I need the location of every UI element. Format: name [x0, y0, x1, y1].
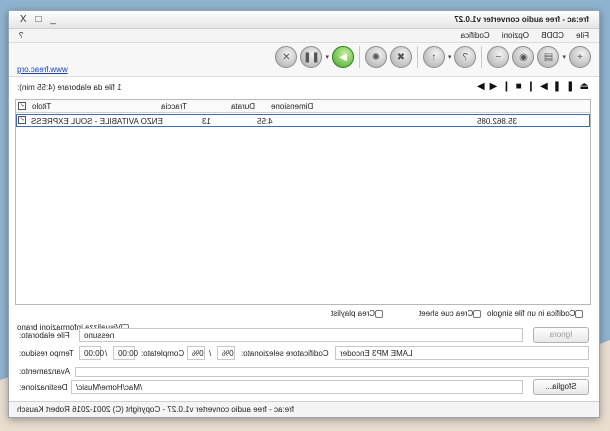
time-total-field: 00:00: [113, 346, 139, 360]
encoder-label: Codificatore selezionato:: [241, 349, 329, 358]
table-row[interactable]: ✓ ENZO AVITABILE - SOUL EXPRESS 13 4:55 …: [16, 114, 590, 127]
stop-icon[interactable]: ✕: [275, 46, 298, 68]
destination-label: Destinazione:: [19, 383, 68, 392]
stop-icon[interactable]: ■: [511, 81, 522, 92]
destination-value: /Mac/Home/Music/: [76, 383, 143, 392]
menu-bar: File CDDB Opzioni Codifica ?: [9, 29, 599, 43]
destination-input[interactable]: /Mac/Home/Music/: [71, 380, 523, 394]
title-bar: fre:ac - free audio converter v1.0.27 _ …: [9, 11, 599, 29]
create-cue-checkbox[interactable]: [473, 309, 482, 318]
completed-separator: /: [209, 349, 212, 358]
pause-icon[interactable]: ❚❚: [300, 46, 323, 68]
menu-cddb[interactable]: CDDB: [541, 31, 564, 40]
cddb-query-icon[interactable]: ?: [454, 46, 477, 68]
encoder-field: LAME MP3 Encoder: [335, 346, 589, 360]
create-cue-label: Crea cue sheet: [419, 309, 474, 318]
next-icon[interactable]: ▶❙: [522, 81, 548, 92]
toolbar: + ▾ ▤ ◉ − ? ▾ ↑ ✖ ✺ ▶ ▾ ❚❚ ✕ www.freac.o…: [9, 43, 599, 77]
status-bar: fre:ac - free audio converter v1.0.27 - …: [9, 401, 599, 417]
cell-size: 35.862.085: [477, 117, 518, 126]
tools-icon[interactable]: ✖: [389, 46, 412, 68]
cell-title: ENZO AVITABILE - SOUL EXPRESS: [31, 117, 163, 126]
completed-label: Completato:: [141, 349, 185, 358]
time-separator: /: [105, 349, 108, 358]
copyright-text: fre:ac - free audio converter v1.0.27 - …: [17, 405, 295, 414]
create-playlist-label: Crea playlist: [331, 309, 376, 318]
file-processed-value: nessuno: [84, 331, 115, 340]
chevron-down-icon[interactable]: ▾: [448, 53, 452, 61]
remove-icon[interactable]: −: [487, 46, 510, 68]
completed-total-value: 0%: [222, 349, 234, 358]
cell-duration: 4:55: [257, 117, 273, 126]
add-folder-icon[interactable]: ▤: [537, 46, 560, 68]
toolbar-divider: [358, 46, 360, 68]
time-remaining-field: 00:00: [79, 346, 105, 360]
column-duration[interactable]: Durata: [231, 102, 255, 111]
chevron-down-icon[interactable]: ▾: [562, 53, 566, 61]
ignore-button[interactable]: Ignora: [533, 327, 589, 343]
play-icon[interactable]: ▶: [472, 81, 485, 92]
window-title: fre:ac - free audio converter v1.0.27: [454, 15, 589, 24]
eject-icon[interactable]: ⏏: [575, 81, 589, 92]
menu-file[interactable]: File: [576, 31, 589, 40]
file-processed-field: nessuno: [79, 328, 523, 342]
progress-label: Avanzamento:: [19, 367, 70, 376]
player-controls: ⏏❚❚▶❙■❙◀▶: [472, 81, 589, 92]
single-file-checkbox[interactable]: [575, 309, 584, 318]
browse-button[interactable]: Sfoglia...: [533, 379, 589, 395]
app-window: fre:ac - free audio converter v1.0.27 _ …: [8, 10, 600, 418]
menu-opzioni[interactable]: Opzioni: [502, 31, 529, 40]
select-all-checkbox[interactable]: ✓: [18, 102, 26, 110]
toolbar-divider: [416, 46, 418, 68]
create-playlist-checkbox[interactable]: [375, 309, 384, 318]
file-count: 1 file da elaborare (4:55 min):: [17, 83, 122, 92]
progress-bar: [75, 367, 589, 377]
gear-icon[interactable]: ✺: [364, 46, 387, 68]
menu-codifica[interactable]: Codifica: [461, 31, 490, 40]
start-encode-icon[interactable]: ▶: [331, 46, 354, 68]
toolbar-icons: + ▾ ▤ ◉ − ? ▾ ↑ ✖ ✺ ▶ ▾ ❚❚ ✕: [275, 46, 591, 68]
menu-list: File CDDB Opzioni Codifica: [451, 31, 589, 40]
track-list: ✓ Titolo Traccia Durata Dimensione ✓ ENZ…: [15, 99, 591, 305]
completed-value: 0%: [192, 349, 204, 358]
player-controls-bar: ⏏❚❚▶❙■❙◀▶ 1 file da elaborare (4:55 min)…: [9, 77, 599, 99]
cddb-submit-icon[interactable]: ↑: [422, 46, 445, 68]
previous-icon[interactable]: ❙◀: [485, 81, 511, 92]
menu-help[interactable]: ?: [19, 31, 23, 40]
file-processed-row: File elaborato: nessuno Ignora: [9, 327, 599, 345]
track-list-header: ✓ Titolo Traccia Durata Dimensione: [16, 100, 590, 113]
column-title[interactable]: Titolo: [32, 102, 51, 111]
completed-field: 0%: [187, 346, 205, 360]
column-track[interactable]: Traccia: [161, 102, 187, 111]
completed-total-field: 0%: [217, 346, 235, 360]
disc-icon[interactable]: ◉: [512, 46, 535, 68]
window-controls[interactable]: _ □ X: [17, 14, 56, 25]
time-remaining-value: 00:00: [84, 349, 105, 358]
time-total-value: 00:00: [118, 349, 139, 358]
website-link[interactable]: www.freac.org: [17, 65, 68, 74]
pause-icon[interactable]: ❚❚: [548, 81, 575, 92]
create-playlist-option[interactable]: Crea playlist: [331, 309, 386, 318]
add-files-icon[interactable]: +: [569, 46, 591, 68]
file-processed-label: File elaborato:: [19, 331, 70, 340]
encoder-value: LAME MP3 Encoder: [340, 349, 413, 358]
chevron-down-icon[interactable]: ▾: [325, 53, 329, 61]
row-checkbox[interactable]: ✓: [18, 116, 26, 124]
create-cue-option[interactable]: Crea cue sheet: [419, 309, 484, 318]
time-row: Tempo residuo: 00:00 / 00:00 Completato:…: [9, 345, 599, 363]
column-size[interactable]: Dimensione: [271, 102, 313, 111]
toolbar-divider: [481, 46, 483, 68]
cell-track: 13: [202, 117, 211, 126]
time-remaining-label: Tempo residuo:: [19, 349, 74, 358]
single-file-option[interactable]: Codifica in un file singolo: [487, 309, 587, 318]
single-file-label: Codifica in un file singolo: [487, 309, 576, 318]
output-options: Crea playlist Crea cue sheet Codifica in…: [9, 307, 599, 321]
destination-row: Destinazione: /Mac/Home/Music/ Sfoglia..…: [9, 379, 599, 397]
